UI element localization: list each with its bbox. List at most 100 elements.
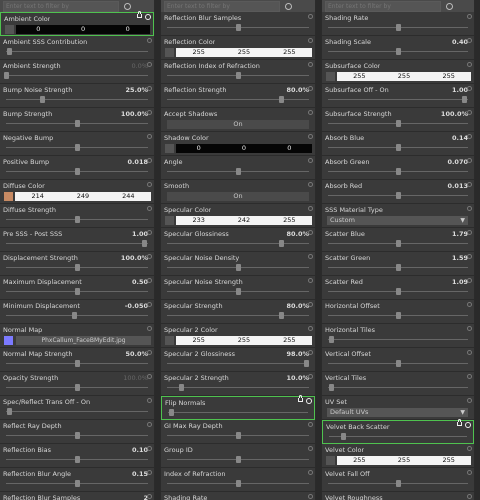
property-value[interactable]: 80.0% bbox=[286, 230, 309, 238]
value-slider[interactable] bbox=[6, 48, 148, 55]
gear-icon[interactable] bbox=[308, 86, 313, 91]
value-slider[interactable] bbox=[6, 408, 148, 415]
property-row[interactable]: Ambient Color 0 0 0 bbox=[0, 11, 154, 36]
search-icon[interactable] bbox=[446, 2, 453, 10]
gear-icon[interactable] bbox=[465, 422, 471, 428]
slider-thumb[interactable] bbox=[75, 360, 80, 367]
value-slider[interactable] bbox=[6, 264, 148, 271]
property-value[interactable]: 0.013 bbox=[447, 182, 468, 190]
property-row[interactable]: Shadow Color 0 0 0 bbox=[161, 132, 315, 156]
color-channel-b[interactable]: 0 bbox=[266, 144, 312, 153]
slider-thumb[interactable] bbox=[396, 144, 401, 151]
slider-thumb[interactable] bbox=[396, 480, 401, 487]
slider-thumb[interactable] bbox=[236, 456, 241, 463]
gear-icon[interactable] bbox=[147, 470, 152, 475]
property-value[interactable]: 0.070 bbox=[447, 158, 468, 166]
scrollbar[interactable] bbox=[155, 0, 160, 500]
property-row[interactable]: Shading Rate bbox=[322, 12, 474, 36]
gear-icon[interactable] bbox=[308, 158, 313, 163]
property-row[interactable]: Shading Rate bbox=[161, 492, 315, 500]
slider-thumb[interactable] bbox=[236, 480, 241, 487]
slider-thumb[interactable] bbox=[72, 312, 78, 319]
property-value[interactable]: 0.018 bbox=[127, 158, 148, 166]
scrollbar[interactable] bbox=[475, 0, 480, 500]
property-row[interactable]: Diffuse Strength bbox=[0, 204, 154, 228]
gear-icon[interactable] bbox=[147, 326, 152, 331]
gear-icon[interactable] bbox=[308, 374, 313, 379]
texture-swatch[interactable] bbox=[326, 72, 335, 81]
value-slider[interactable] bbox=[6, 96, 148, 103]
property-row[interactable]: Scatter Red 1.09 bbox=[322, 276, 474, 300]
toggle-button[interactable]: On bbox=[167, 192, 309, 201]
slider-thumb[interactable] bbox=[75, 480, 80, 487]
gear-icon[interactable] bbox=[467, 182, 472, 187]
property-row[interactable]: Bump Strength 100.0% bbox=[0, 108, 154, 132]
property-row[interactable]: Reflection Color 255 255 255 bbox=[161, 36, 315, 60]
slider-thumb[interactable] bbox=[396, 192, 401, 199]
property-row[interactable]: Reflection Blur Samples 2 bbox=[0, 492, 154, 500]
gear-icon[interactable] bbox=[147, 446, 152, 451]
property-row[interactable]: Group ID bbox=[161, 444, 315, 468]
lock-icon[interactable] bbox=[457, 419, 462, 426]
property-row[interactable]: GI Max Ray Depth bbox=[161, 420, 315, 444]
slider-thumb[interactable] bbox=[75, 288, 80, 295]
gear-icon[interactable] bbox=[308, 422, 313, 427]
slider-thumb[interactable] bbox=[75, 168, 80, 175]
gear-icon[interactable] bbox=[467, 470, 472, 475]
color-channel-b[interactable]: 0 bbox=[105, 25, 151, 34]
gear-icon[interactable] bbox=[147, 182, 152, 187]
gear-icon[interactable] bbox=[308, 14, 313, 19]
toggle-button[interactable]: On bbox=[167, 120, 309, 129]
dropdown-select[interactable]: Custom ▼ bbox=[327, 216, 468, 225]
texture-swatch[interactable] bbox=[326, 456, 335, 465]
gear-icon[interactable] bbox=[467, 374, 472, 379]
slider-thumb[interactable] bbox=[396, 360, 401, 367]
property-value[interactable]: 1.79 bbox=[452, 230, 468, 238]
property-row[interactable]: Absorb Red 0.013 bbox=[322, 180, 474, 204]
color-channel-g[interactable]: 249 bbox=[60, 192, 106, 201]
property-row[interactable]: Vertical Offset bbox=[322, 348, 474, 372]
gear-icon[interactable] bbox=[467, 14, 472, 19]
property-row[interactable]: Smooth On bbox=[161, 180, 315, 204]
property-value[interactable]: 98.0% bbox=[286, 350, 309, 358]
property-row[interactable]: Specular Noise Density bbox=[161, 252, 315, 276]
property-value[interactable]: 0.15 bbox=[132, 470, 148, 478]
property-row[interactable]: SSS Material Type Custom ▼ bbox=[322, 204, 474, 228]
slider-thumb[interactable] bbox=[6, 48, 12, 55]
color-channel-g[interactable]: 255 bbox=[381, 72, 427, 81]
gear-icon[interactable] bbox=[308, 254, 313, 259]
color-field[interactable]: 233 242 255 bbox=[165, 216, 312, 225]
gear-icon[interactable] bbox=[147, 278, 152, 283]
gear-icon[interactable] bbox=[147, 398, 152, 403]
color-channel-b[interactable]: 244 bbox=[105, 192, 151, 201]
color-channel-r[interactable]: 255 bbox=[176, 336, 222, 345]
value-slider[interactable] bbox=[6, 360, 148, 367]
property-row[interactable]: Flip Normals bbox=[161, 395, 315, 420]
property-row[interactable]: Normal Map PhxCallum_FaceBMyEdit.jpg bbox=[0, 324, 154, 348]
property-row[interactable]: Bump Noise Strength 25.0% bbox=[0, 84, 154, 108]
slider-thumb[interactable] bbox=[236, 264, 241, 271]
property-value[interactable]: 1.00 bbox=[452, 86, 468, 94]
value-slider[interactable] bbox=[167, 240, 309, 247]
value-slider[interactable] bbox=[328, 192, 468, 199]
slider-thumb[interactable] bbox=[328, 384, 334, 391]
slider-thumb[interactable] bbox=[75, 264, 80, 271]
image-map-field[interactable]: PhxCallum_FaceBMyEdit.jpg bbox=[4, 336, 151, 345]
slider-thumb[interactable] bbox=[396, 24, 401, 31]
slider-thumb[interactable] bbox=[328, 336, 334, 343]
texture-swatch[interactable] bbox=[4, 192, 13, 201]
slider-thumb[interactable] bbox=[236, 168, 241, 175]
gear-icon[interactable] bbox=[467, 494, 472, 499]
value-slider[interactable] bbox=[328, 288, 468, 295]
gear-icon[interactable] bbox=[308, 350, 313, 355]
value-slider[interactable] bbox=[6, 144, 148, 151]
property-row[interactable]: Subsurface Off - On 1.00 bbox=[322, 84, 474, 108]
value-slider[interactable] bbox=[167, 96, 309, 103]
texture-swatch[interactable] bbox=[165, 144, 174, 153]
property-value[interactable]: -0.050 bbox=[125, 302, 148, 310]
value-slider[interactable] bbox=[328, 264, 468, 271]
color-channel-r[interactable]: 255 bbox=[176, 48, 222, 57]
value-slider[interactable] bbox=[167, 456, 309, 463]
property-row[interactable]: Velvet Back Scatter bbox=[322, 419, 474, 444]
value-slider[interactable] bbox=[6, 432, 148, 439]
